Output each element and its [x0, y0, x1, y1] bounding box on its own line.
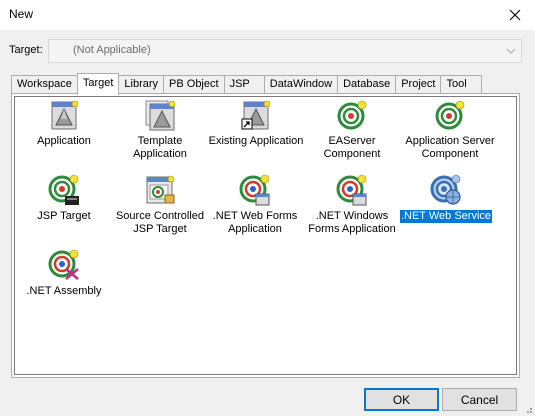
tab-workspace[interactable]: Workspace	[11, 75, 78, 94]
easerver-component-icon	[337, 100, 367, 130]
list-item-source-controlled-jsp-target[interactable]: Source Controlled JSP Target	[106, 174, 214, 236]
title-bar: New	[0, 0, 535, 30]
list-item-label: .NET Windows Forms Application	[308, 210, 396, 235]
list-item-label: Application	[37, 135, 91, 147]
target-dropdown-value: (Not Applicable)	[73, 44, 151, 56]
list-item-application[interactable]: Application	[10, 99, 118, 148]
net-assembly-icon	[48, 249, 79, 280]
list-item-existing-application[interactable]: Existing Application	[201, 99, 311, 148]
list-item-label: Existing Application	[208, 135, 304, 147]
chevron-down-icon	[506, 48, 516, 54]
list-item-net-assembly[interactable]: .NET Assembly	[10, 249, 118, 298]
window-title: New	[9, 7, 34, 21]
list-item-label: .NET Assembly	[26, 285, 102, 297]
existing-application-icon	[241, 100, 271, 130]
tab-jsp[interactable]: JSP	[223, 75, 265, 94]
resize-grip-icon[interactable]	[523, 404, 533, 414]
list-item-label: Template Application	[133, 135, 187, 160]
list-item-label: Source Controlled JSP Target	[115, 210, 205, 235]
list-item-easerver-component[interactable]: EAServer Component	[298, 99, 406, 161]
application-server-component-icon	[435, 100, 465, 130]
tab-datawindow[interactable]: DataWindow	[263, 75, 339, 94]
target-dropdown[interactable]: (Not Applicable)	[48, 39, 522, 63]
list-item-label: JSP Target	[37, 210, 91, 222]
list-item-label: Application Server Component	[405, 135, 495, 160]
source-controlled-jsp-target-icon	[146, 175, 175, 204]
cancel-button[interactable]: Cancel	[442, 388, 517, 411]
tab-target[interactable]: Target	[76, 73, 120, 95]
target-label: Target:	[9, 44, 43, 56]
list-item-label: .NET Web Forms Application	[212, 210, 298, 235]
jsp-target-icon	[48, 174, 79, 205]
net-web-service-icon	[430, 174, 461, 205]
template-application-icon	[145, 100, 176, 131]
close-icon	[509, 9, 521, 21]
net-windows-forms-icon	[336, 174, 367, 206]
tab-strip: Workspace Target Library PB Object JSP D…	[11, 73, 482, 95]
net-web-forms-icon	[239, 174, 270, 206]
list-item-label: .NET Web Service	[399, 210, 493, 223]
tab-database[interactable]: Database	[337, 75, 397, 94]
list-item-application-server-component[interactable]: Application Server Component	[392, 99, 508, 161]
close-button[interactable]	[495, 0, 535, 30]
list-item-jsp-target[interactable]: JSP Target	[10, 174, 118, 223]
target-list[interactable]: Application Template Application Existin…	[14, 96, 517, 375]
list-item-net-web-service[interactable]: .NET Web Service	[392, 174, 500, 223]
application-icon	[51, 100, 79, 130]
list-item-template-application[interactable]: Template Application	[106, 99, 214, 161]
ok-button[interactable]: OK	[364, 388, 439, 411]
list-item-net-web-forms-application[interactable]: .NET Web Forms Application	[201, 174, 309, 236]
tab-pb-object[interactable]: PB Object	[163, 75, 225, 94]
list-item-net-windows-forms-application[interactable]: .NET Windows Forms Application	[298, 174, 406, 236]
list-item-label: EAServer Component	[323, 135, 381, 160]
tab-library[interactable]: Library	[118, 75, 165, 94]
tab-tool[interactable]: Tool	[440, 75, 482, 94]
tab-project[interactable]: Project	[395, 75, 442, 94]
